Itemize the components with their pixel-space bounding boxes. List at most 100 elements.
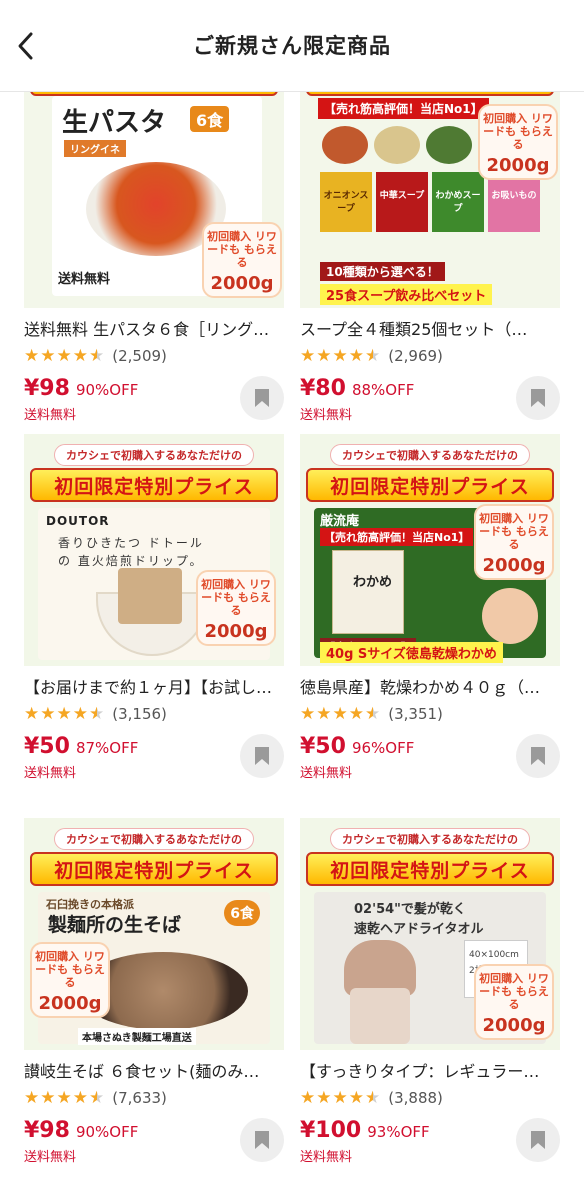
review-count: (3,888) [388, 1089, 443, 1107]
product-card-wakame[interactable]: カウシェで初購入するあなただけの 初回限定特別プライス 厳流庵 【売れ筋高評価！… [300, 434, 560, 794]
bookmark-button[interactable] [516, 734, 560, 778]
product-image[interactable]: カウシェで初購入するあなただけの 初回限定特別プライス 厳流庵 【売れ筋高評価！… [300, 434, 560, 666]
promo-subbanner: カウシェで初購入するあなただけの [330, 444, 530, 466]
product-image[interactable]: 初回限定特別プライス 生パスタ 6食 リングイネ 送料無料 初回購入 リワードも… [24, 76, 284, 308]
product-image[interactable]: カウシェで初購入するあなただけの 初回限定特別プライス DOUTOR 香りひきた… [24, 434, 284, 666]
product-card-towel[interactable]: カウシェで初購入するあなただけの 初回限定特別プライス 02'54"で髪が乾く … [300, 818, 560, 1178]
promo-banner: 初回限定特別プライス [306, 852, 554, 886]
star-icon: ★ [348, 704, 364, 724]
reward-badge: 初回購入 リワードも もらえる 2000g [474, 504, 554, 580]
product-card-soup[interactable]: 初回限定特別プライス 【売れ筋高評価！当店No1】 オニオンスープ 中華スープ … [300, 76, 560, 436]
promo-subbanner: カウシェで初購入するあなただけの [54, 828, 254, 850]
star-icon: ★ [24, 1088, 40, 1108]
bookmark-icon [531, 389, 545, 407]
product-rating: ★ ★ ★ ★ ★ (3,156) [24, 704, 167, 724]
discount: 96%OFF [351, 739, 415, 757]
star-icon: ★ [40, 704, 56, 724]
price-row: ¥80 88%OFF [300, 376, 414, 401]
bookmark-button[interactable] [516, 376, 560, 420]
product-image[interactable]: 初回限定特別プライス 【売れ筋高評価！当店No1】 オニオンスープ 中華スープ … [300, 76, 560, 308]
product-card-coffee[interactable]: カウシェで初購入するあなただけの 初回限定特別プライス DOUTOR 香りひきた… [24, 434, 284, 794]
star-icon: ★ [348, 1088, 364, 1108]
price-row: ¥98 90%OFF [24, 376, 138, 401]
bookmark-button[interactable] [240, 1118, 284, 1162]
star-icon: ★ [72, 704, 88, 724]
star-icon: ★ [56, 1088, 72, 1108]
shipping-label: 送料無料 [300, 1150, 353, 1165]
product-name[interactable]: 【すっきりタイプ：レギュラー… [300, 1058, 560, 1082]
star-icon: ★ [72, 1088, 88, 1108]
price: ¥100 [300, 1118, 362, 1143]
half-star-icon: ★ [365, 346, 381, 366]
discount: 88%OFF [351, 381, 415, 399]
half-star-icon: ★ [365, 1088, 381, 1108]
bookmark-button[interactable] [516, 1118, 560, 1162]
shipping-label: 送料無料 [24, 1150, 77, 1165]
shipping-label: 送料無料 [300, 408, 353, 423]
price: ¥50 [300, 734, 346, 759]
product-name[interactable]: 徳島県産】乾燥わかめ４０ｇ（… [300, 674, 560, 698]
soup-packs: オニオンスープ 中華スープ わかめスープ お吸いもの [320, 172, 540, 232]
star-icon: ★ [24, 704, 40, 724]
bookmark-icon [255, 389, 269, 407]
promo-banner: 初回限定特別プライス [30, 852, 278, 886]
promo-banner: 初回限定特別プライス [306, 468, 554, 502]
product-card-pasta[interactable]: 初回限定特別プライス 生パスタ 6食 リングイネ 送料無料 初回購入 リワードも… [24, 76, 284, 436]
product-image[interactable]: カウシェで初購入するあなただけの 初回限定特別プライス 石臼挽きの本格派 製麺所… [24, 818, 284, 1050]
bookmark-icon [531, 747, 545, 765]
review-count: (3,156) [112, 705, 167, 723]
star-rating: ★ ★ ★ ★ ★ [300, 1089, 380, 1107]
star-rating: ★ ★ ★ ★ ★ [24, 705, 104, 723]
price-row: ¥50 87%OFF [24, 734, 138, 759]
star-icon: ★ [300, 704, 316, 724]
product-name[interactable]: 送料無料 生パスタ６食［リングイネ］ [24, 316, 284, 340]
reward-badge: 初回購入 リワードも もらえる 2000g [474, 964, 554, 1040]
half-star-icon: ★ [89, 704, 105, 724]
review-count: (2,969) [388, 347, 443, 365]
shipping-label: 送料無料 [300, 766, 353, 781]
reward-badge: 初回購入 リワードも もらえる 2000g [30, 942, 110, 1018]
product-name[interactable]: 讃岐生そば ６食セット(麺のみ… [24, 1058, 284, 1082]
star-icon: ★ [348, 346, 364, 366]
star-icon: ★ [300, 1088, 316, 1108]
star-icon: ★ [40, 346, 56, 366]
promo-banner: 初回限定特別プライス [30, 468, 278, 502]
product-name[interactable]: スープ全４種類25個セット（… [300, 316, 560, 340]
shipping-label: 送料無料 [24, 766, 77, 781]
price: ¥98 [24, 376, 70, 401]
product-rating: ★ ★ ★ ★ ★ (3,351) [300, 704, 443, 724]
product-card-soba[interactable]: カウシェで初購入するあなただけの 初回限定特別プライス 石臼挽きの本格派 製麺所… [24, 818, 284, 1178]
price-row: ¥98 90%OFF [24, 1118, 138, 1143]
price: ¥98 [24, 1118, 70, 1143]
product-rating: ★ ★ ★ ★ ★ (2,969) [300, 346, 443, 366]
reward-badge: 初回購入 リワードも もらえる 2000g [196, 570, 276, 646]
product-rating: ★ ★ ★ ★ ★ (7,633) [24, 1088, 167, 1108]
half-star-icon: ★ [89, 346, 105, 366]
star-icon: ★ [72, 346, 88, 366]
star-icon: ★ [332, 1088, 348, 1108]
reward-badge: 初回購入 リワードも もらえる 2000g [202, 222, 282, 298]
star-icon: ★ [316, 704, 332, 724]
bookmark-icon [255, 747, 269, 765]
review-count: (3,351) [388, 705, 443, 723]
review-count: (7,633) [112, 1089, 167, 1107]
half-star-icon: ★ [365, 704, 381, 724]
star-icon: ★ [316, 1088, 332, 1108]
product-rating: ★ ★ ★ ★ ★ (3,888) [300, 1088, 443, 1108]
star-rating: ★ ★ ★ ★ ★ [24, 1089, 104, 1107]
price: ¥50 [24, 734, 70, 759]
star-icon: ★ [300, 346, 316, 366]
half-star-icon: ★ [89, 1088, 105, 1108]
star-icon: ★ [316, 346, 332, 366]
star-icon: ★ [332, 346, 348, 366]
bookmark-button[interactable] [240, 376, 284, 420]
bookmark-icon [531, 1131, 545, 1149]
star-rating: ★ ★ ★ ★ ★ [300, 705, 380, 723]
product-image[interactable]: カウシェで初購入するあなただけの 初回限定特別プライス 02'54"で髪が乾く … [300, 818, 560, 1050]
product-name[interactable]: 【お届けまで約１ヶ月】【お試し… [24, 674, 284, 698]
discount: 90%OFF [75, 1123, 139, 1141]
bookmark-button[interactable] [240, 734, 284, 778]
bookmark-icon [255, 1131, 269, 1149]
star-icon: ★ [24, 346, 40, 366]
star-icon: ★ [56, 704, 72, 724]
